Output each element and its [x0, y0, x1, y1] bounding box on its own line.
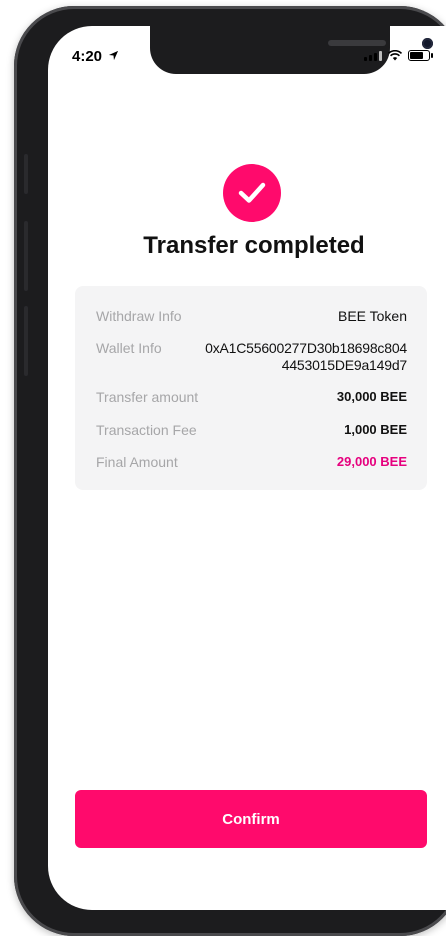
speaker	[328, 40, 386, 46]
detail-row-withdraw: Withdraw Info BEE Token	[96, 308, 407, 324]
amount-label: Transfer amount	[96, 389, 199, 405]
withdraw-value: BEE Token	[337, 308, 407, 324]
cellular-signal-icon	[364, 51, 382, 61]
notch	[150, 26, 433, 74]
check-icon	[238, 182, 266, 203]
confirm-button[interactable]: Confirm	[75, 790, 427, 848]
status-time: 4:20	[72, 48, 119, 65]
volume-up-button	[24, 221, 28, 291]
location-arrow-icon	[109, 50, 119, 61]
screen: 4:20 Transfer completed Withdraw Info BE…	[48, 26, 446, 910]
wallet-address-line1: 0xA1C55600277D30b18698c804	[205, 340, 407, 356]
camera	[422, 38, 433, 49]
transfer-details-panel: Withdraw Info BEE Token Wallet Info 0xA1…	[75, 286, 427, 490]
fee-label: Transaction Fee	[96, 422, 197, 438]
final-value: 29,000 BEE	[336, 454, 407, 469]
wallet-address: 0xA1C55600277D30b18698c804 4453015DE9a14…	[205, 340, 407, 374]
volume-down-button	[24, 306, 28, 376]
wallet-address-line2: 4453015DE9a149d7	[281, 357, 407, 373]
wifi-icon	[388, 50, 402, 61]
detail-row-final: Final Amount 29,000 BEE	[96, 454, 407, 470]
battery-icon	[408, 50, 433, 61]
amount-value: 30,000 BEE	[336, 389, 407, 404]
page-title: Transfer completed	[143, 232, 365, 259]
time-text: 4:20	[72, 48, 103, 65]
withdraw-label: Withdraw Info	[96, 308, 182, 324]
detail-row-wallet: Wallet Info 0xA1C55600277D30b18698c804 4…	[96, 340, 407, 374]
mute-switch	[24, 154, 28, 194]
final-label: Final Amount	[96, 454, 178, 470]
status-icons	[364, 50, 433, 61]
success-badge	[223, 164, 281, 222]
phone-frame: 4:20 Transfer completed Withdraw Info BE…	[14, 6, 446, 936]
detail-row-fee: Transaction Fee 1,000 BEE	[96, 422, 407, 438]
wallet-label: Wallet Info	[96, 340, 162, 356]
fee-value: 1,000 BEE	[344, 422, 407, 437]
detail-row-amount: Transfer amount 30,000 BEE	[96, 389, 407, 405]
